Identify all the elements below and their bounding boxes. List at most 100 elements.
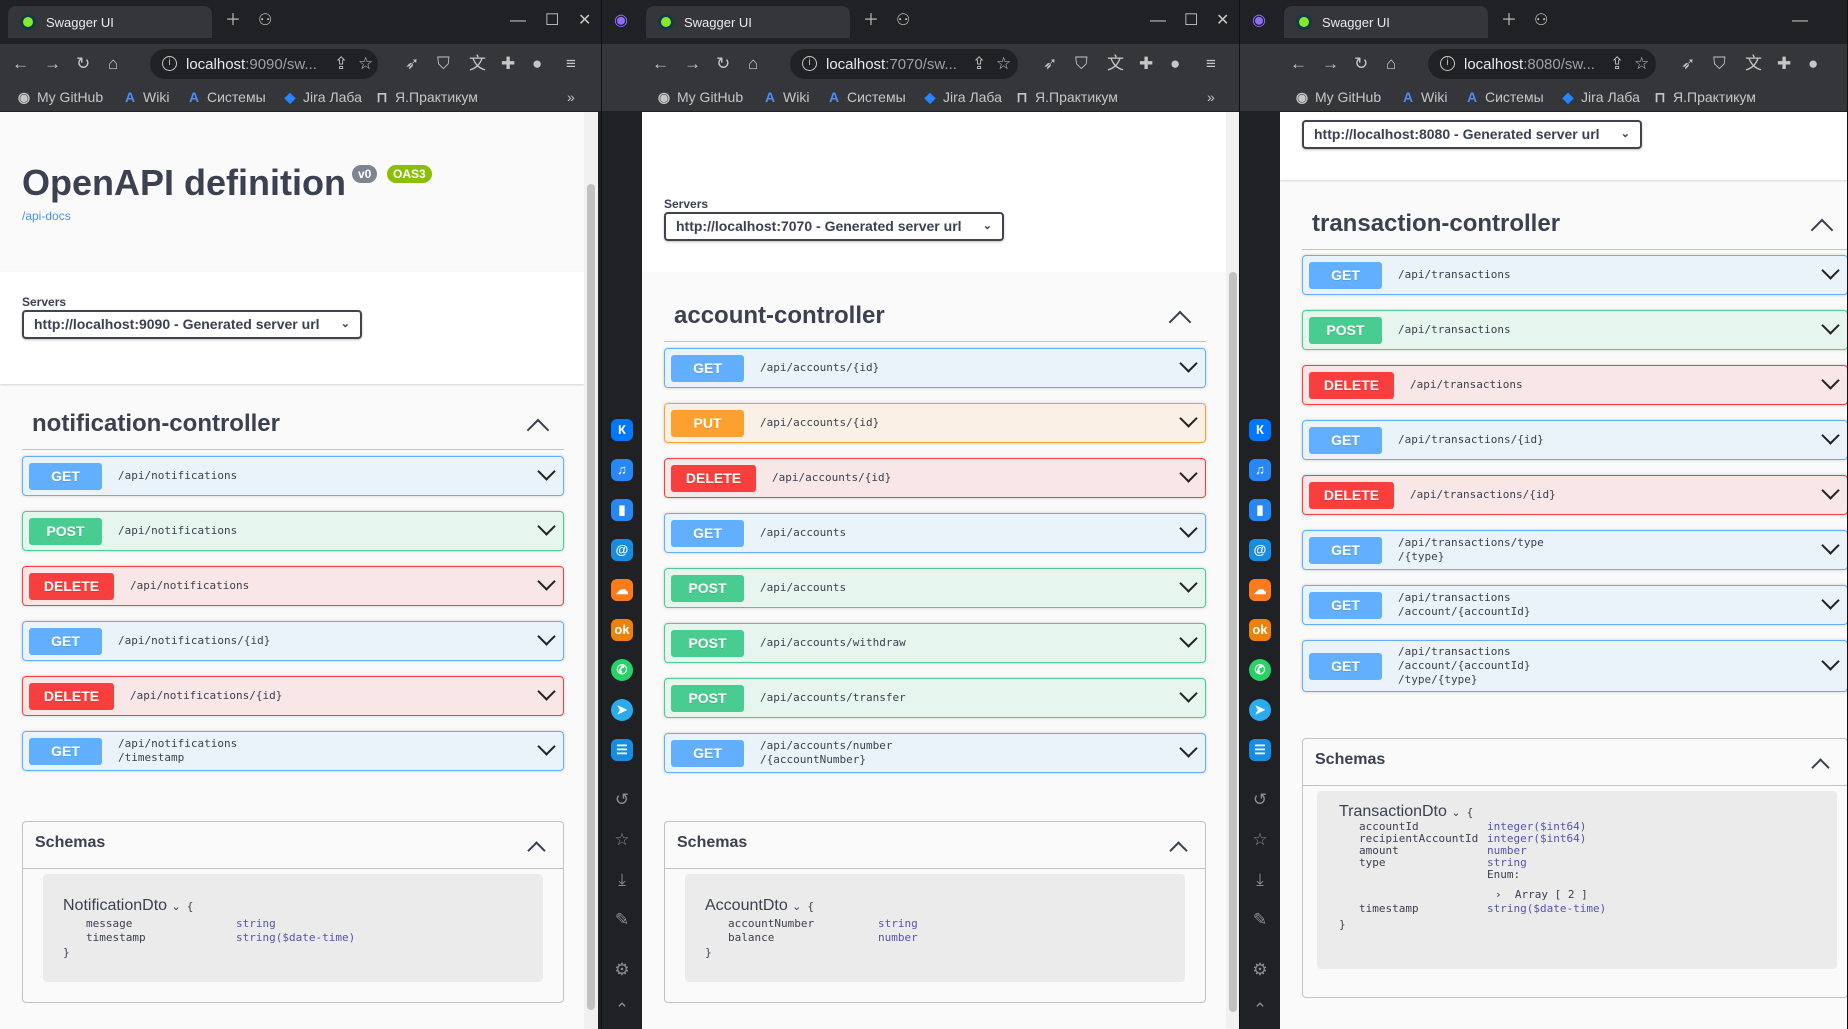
operation-row[interactable]: DELETE/api/notifications/{id} [22,676,564,716]
close-icon[interactable]: ✕ [1216,11,1229,31]
server-select[interactable]: http://localhost:9090 - Generated server… [22,310,362,339]
bookmark-github[interactable]: ◉ My GitHub [1294,89,1381,106]
bookmark-praktikum[interactable]: ⊓ Я.Практикум [1652,89,1756,106]
close-icon[interactable]: ✕ [578,11,591,31]
share-icon[interactable]: ⇪ [1610,54,1624,74]
cloud-icon[interactable]: ☁ [611,579,633,601]
operation-row[interactable]: GET/api/transactions/{id} [1302,420,1847,460]
bookmark-github[interactable]: ◉ My GitHub [16,89,103,106]
share-icon[interactable]: ⇪ [334,54,348,74]
operation-row[interactable]: POST/api/accounts/withdraw [664,623,1206,663]
enum-array-toggle[interactable]: › Array [ 2 ] [1495,888,1588,902]
bookmark-wiki[interactable]: A Wiki [122,89,170,105]
star-icon[interactable]: ☆ [611,829,633,851]
reload-icon[interactable]: ↻ [1354,54,1368,74]
list-icon[interactable]: ☰ [611,739,633,761]
operation-row[interactable]: GET/api/transactions /account/{accountId… [1302,640,1847,692]
operation-row[interactable]: GET/api/transactions [1302,255,1847,295]
rocket-icon[interactable]: ➶ [1681,54,1695,74]
bookmark-systems[interactable]: A Системы [826,89,906,105]
avatar[interactable]: ● [1170,54,1180,74]
cloud-icon[interactable]: ☁ [1249,579,1271,601]
music-icon[interactable]: ♫ [1249,459,1271,481]
stats-icon[interactable]: ▮ [1249,499,1271,521]
operation-row[interactable]: POST/api/transactions [1302,310,1847,350]
operation-row[interactable]: GET/api/transactions/type /{type} [1302,530,1847,570]
edit-icon[interactable]: ✎ [611,909,633,931]
chevron-up-icon[interactable] [1169,841,1188,860]
star-icon[interactable]: ☆ [1634,54,1649,74]
tag-header[interactable]: notification-controller [22,402,564,450]
mail-icon[interactable]: @ [1249,539,1271,561]
shield-icon[interactable]: ⛉ [1075,54,1088,74]
bookmarks-more-icon[interactable]: » [1207,89,1215,105]
maximize-icon[interactable]: ☐ [1184,11,1198,31]
ok-icon[interactable]: ok [1249,619,1271,641]
download-icon[interactable]: ⤓ [611,869,633,891]
telegram-icon[interactable]: ➤ [1249,699,1271,721]
operation-row[interactable]: GET/api/notifications/{id} [22,621,564,661]
avatar[interactable]: ● [1808,54,1818,74]
avatar[interactable]: ● [532,54,542,74]
bookmark-systems[interactable]: A Системы [1464,89,1544,105]
operation-row[interactable]: DELETE/api/accounts/{id} [664,458,1206,498]
operation-row[interactable]: DELETE/api/transactions [1302,365,1847,405]
edit-icon[interactable]: ✎ [1249,909,1271,931]
chevron-up-icon[interactable]: ⌃ [1249,999,1271,1021]
whatsapp-icon[interactable]: ✆ [1249,659,1271,681]
list-icon[interactable]: ☰ [1249,739,1271,761]
menu-icon[interactable]: ≡ [566,54,576,74]
download-icon[interactable]: ⤓ [1249,869,1271,891]
scrollbar-thumb[interactable] [1229,272,1237,1012]
incognito-icon[interactable]: ⚇ [258,11,272,31]
mail-icon[interactable]: @ [611,539,633,561]
bookmark-jira[interactable]: ◆ Jira Лаба [1560,89,1640,106]
ok-icon[interactable]: ok [611,619,633,641]
star-icon[interactable]: ☆ [1249,829,1271,851]
operation-row[interactable]: GET/api/accounts/number /{accountNumber} [664,733,1206,773]
chevron-up-icon[interactable] [527,841,546,860]
browser-tab[interactable]: Swagger UI [8,6,212,38]
operation-row[interactable]: GET/api/transactions /account/{accountId… [1302,585,1847,625]
model-name[interactable]: AccountDto ⌄{ [705,897,814,915]
bookmark-wiki[interactable]: A Wiki [1400,89,1448,105]
bookmark-github[interactable]: ◉ My GitHub [656,89,743,106]
forward-icon[interactable]: → [44,54,61,74]
api-docs-link[interactable]: /api-docs [22,209,71,223]
operation-row[interactable]: GET/api/accounts [664,513,1206,553]
translate-icon[interactable]: 文 [1745,54,1762,74]
server-select[interactable]: http://localhost:8080 - Generated server… [1302,120,1642,149]
tag-header[interactable]: account-controller [664,294,1206,342]
bookmark-praktikum[interactable]: ⊓ Я.Практикум [374,89,478,106]
scrollbar[interactable] [584,112,598,1029]
whatsapp-icon[interactable]: ✆ [611,659,633,681]
history-icon[interactable]: ↺ [1249,789,1271,811]
chevron-up-icon[interactable] [1811,758,1830,777]
back-icon[interactable]: ← [652,54,669,74]
translate-icon[interactable]: 文 [1107,54,1124,74]
new-tab-icon[interactable]: ＋ [225,11,241,31]
bookmark-wiki[interactable]: A Wiki [762,89,810,105]
operation-row[interactable]: POST/api/accounts/transfer [664,678,1206,718]
minimize-icon[interactable]: — [1792,11,1808,31]
forward-icon[interactable]: → [684,54,701,74]
extensions-icon[interactable]: ✚ [501,54,515,74]
bookmark-systems[interactable]: A Системы [186,89,266,105]
bookmark-jira[interactable]: ◆ Jira Лаба [922,89,1002,106]
operation-row[interactable]: DELETE/api/transactions/{id} [1302,475,1847,515]
home-icon[interactable]: ⌂ [1386,54,1396,74]
extensions-icon[interactable]: ✚ [1139,54,1153,74]
bookmarks-more-icon[interactable]: » [567,89,575,105]
reload-icon[interactable]: ↻ [716,54,730,74]
rocket-icon[interactable]: ➶ [405,54,419,74]
home-icon[interactable]: ⌂ [108,54,118,74]
home-icon[interactable]: ⌂ [748,54,758,74]
model-name[interactable]: NotificationDto ⌄{ [63,897,193,915]
vk-icon[interactable]: К [1249,419,1271,441]
settings-icon[interactable]: ⚙ [611,959,633,981]
operation-row[interactable]: GET/api/notifications [22,456,564,496]
maximize-icon[interactable]: ☐ [545,11,559,31]
new-tab-icon[interactable]: ＋ [863,11,879,31]
telegram-icon[interactable]: ➤ [611,699,633,721]
history-icon[interactable]: ↺ [611,789,633,811]
